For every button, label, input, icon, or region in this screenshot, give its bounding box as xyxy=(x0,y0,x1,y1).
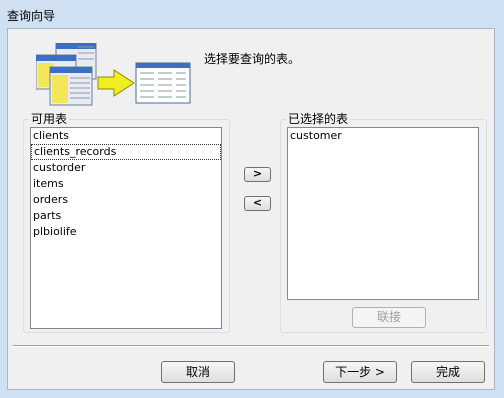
selected-tables-label: 已选择的表 xyxy=(286,112,351,126)
next-button[interactable]: 下一步 > xyxy=(323,361,397,383)
available-tables-list[interactable]: clients clients_records custorder items … xyxy=(30,127,222,329)
list-item[interactable]: items xyxy=(31,176,221,192)
list-item[interactable]: clients_records xyxy=(31,144,221,160)
list-item[interactable]: customer xyxy=(288,128,478,144)
add-table-button[interactable]: > xyxy=(244,167,271,182)
available-tables-label: 可用表 xyxy=(29,112,70,126)
window-title: 查询向导 xyxy=(7,9,56,23)
available-tables-group: 可用表 clients clients_records custorder it… xyxy=(23,112,230,333)
remove-table-button[interactable]: < xyxy=(244,196,271,211)
list-item[interactable]: custorder xyxy=(31,160,221,176)
list-item[interactable]: clients xyxy=(31,128,221,144)
list-item[interactable]: orders xyxy=(31,192,221,208)
selected-tables-group: 已选择的表 customer 联接 xyxy=(280,112,487,333)
query-wizard-window: 查询向导 选择要查询的表。 可用表 clients clients_record… xyxy=(0,0,504,398)
selected-tables-list[interactable]: customer xyxy=(287,127,479,300)
dialog-body: 选择要查询的表。 可用表 clients clients_records cus… xyxy=(7,28,495,390)
finish-button[interactable]: 完成 xyxy=(411,361,485,383)
footer-separator xyxy=(13,345,489,347)
list-item[interactable]: plbiolife xyxy=(31,224,221,240)
title-bar[interactable]: 查询向导 xyxy=(0,0,504,28)
join-button[interactable]: 联接 xyxy=(352,307,426,328)
wizard-tables-icon xyxy=(36,43,191,106)
cancel-button[interactable]: 取消 xyxy=(161,361,235,383)
instruction-text: 选择要查询的表。 xyxy=(204,52,301,66)
list-item[interactable]: parts xyxy=(31,208,221,224)
